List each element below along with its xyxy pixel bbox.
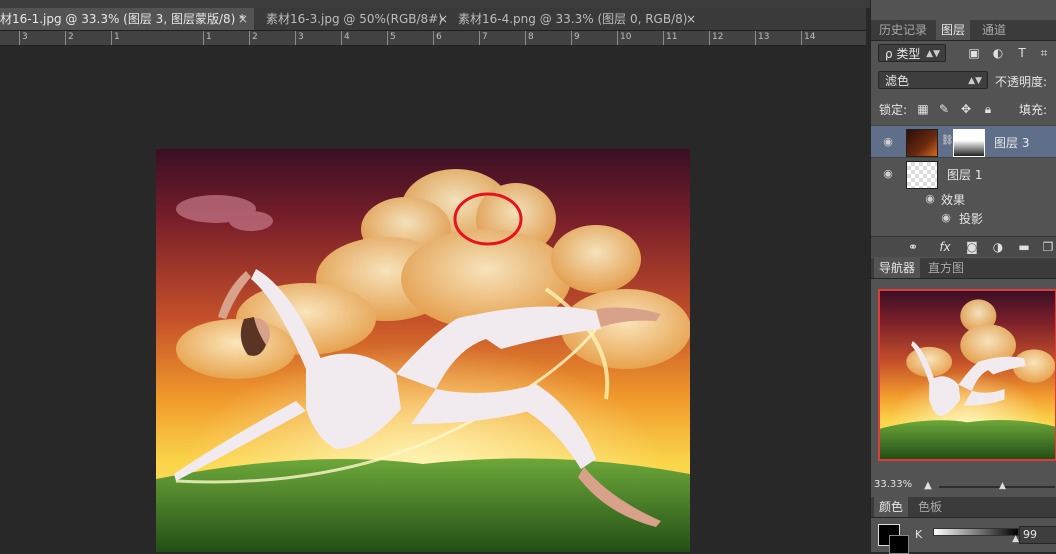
layers-panel: 历史记录 图层 通道 ρ 类型 ▲▼ ▣ ◐ T ⌗ 滤色 ▲▼ 不透明度: 锁… — [870, 0, 1056, 554]
ruler-tick: 14 — [800, 31, 816, 45]
shape-filter-icon[interactable]: ⌗ — [1037, 46, 1051, 60]
ruler-tick: 1 — [111, 31, 120, 45]
close-icon[interactable]: × — [438, 8, 448, 30]
document-tab-bar: 材16-1.jpg @ 33.3% (图层 3, 图层蒙版/8) * × 素材1… — [0, 8, 866, 31]
mask-icon[interactable]: ◙ — [965, 240, 979, 254]
fill-label: 填充: — [1019, 103, 1048, 117]
tab-channels[interactable]: 通道 — [977, 20, 1011, 40]
horizontal-ruler: 3 2 1 1 2 3 4 5 6 7 8 9 10 11 12 13 14 — [0, 31, 866, 46]
chain-link-icon[interactable]: ⛓︎ — [941, 135, 954, 146]
background-color-swatch[interactable] — [889, 535, 909, 554]
composite-artwork — [156, 149, 690, 552]
ruler-tick: 8 — [525, 31, 534, 45]
ruler-tick: 6 — [433, 31, 442, 45]
layer-name: 图层 1 — [947, 168, 983, 182]
ruler-tick: 1 — [203, 31, 212, 45]
ruler-tick: 2 — [249, 31, 258, 45]
layers-footer: ⚭ fx ◙ ◑ ▬ ❐ — [871, 236, 1056, 257]
tab-document-2[interactable]: 素材16-3.jpg @ 50%(RGB/8#) × — [260, 8, 454, 30]
chevron-down-icon: ▲▼ — [926, 49, 940, 59]
lock-transparent-icon[interactable]: ▦ — [916, 102, 930, 116]
ruler-tick: 12 — [708, 31, 724, 45]
tab-navigator[interactable]: 导航器 — [874, 258, 921, 278]
layer-filter-dropdown[interactable]: ρ 类型 ▲▼ — [878, 44, 946, 62]
zoom-value: 33.33% — [874, 479, 913, 490]
tab-label: 素材16-4.png @ 33.3% (图层 0, RGB/8) — [458, 12, 688, 26]
layer-mask-thumbnail[interactable] — [953, 129, 985, 157]
k-slider-track[interactable]: ▲ — [933, 528, 1019, 544]
type-filter-icon[interactable]: T — [1015, 46, 1029, 60]
ruler-tick: 10 — [616, 31, 632, 45]
ruler-tick: 3 — [295, 31, 304, 45]
canvas-area[interactable] — [0, 46, 866, 552]
visibility-eye-icon[interactable]: ◉ — [881, 135, 895, 149]
layer-name: 图层 3 — [994, 136, 1030, 150]
navigator-preview[interactable] — [878, 289, 1056, 461]
ruler-tick: 2 — [65, 31, 74, 45]
effects-label: 效果 — [941, 193, 966, 207]
ruler-tick: 3 — [19, 31, 28, 45]
tab-document-1[interactable]: 材16-1.jpg @ 33.3% (图层 3, 图层蒙版/8) * × — [0, 8, 254, 30]
tab-label: 素材16-3.jpg @ 50%(RGB/8#) — [266, 12, 443, 26]
filter-label: ρ 类型 — [885, 47, 921, 61]
channel-label: K — [915, 528, 923, 541]
blend-mode-dropdown[interactable]: 滤色 ▲▼ — [878, 71, 988, 89]
panel-tab-bar: 历史记录 图层 通道 — [871, 20, 1056, 41]
layer-row-layer1[interactable]: ◉ 图层 1 — [871, 157, 1056, 190]
lock-label: 锁定: — [879, 103, 908, 117]
visibility-eye-icon[interactable]: ◉ — [939, 211, 953, 225]
image-filter-icon[interactable]: ▣ — [967, 46, 981, 60]
visibility-eye-icon[interactable]: ◉ — [923, 192, 937, 206]
tab-document-3[interactable]: 素材16-4.png @ 33.3% (图层 0, RGB/8) × — [452, 8, 702, 30]
navigator-tab-bar: 导航器 直方图 — [871, 258, 1056, 279]
navigator-thumbnail — [880, 291, 1055, 459]
tab-history[interactable]: 历史记录 — [874, 20, 932, 40]
k-value: 99 — [1023, 528, 1037, 541]
fx-icon[interactable]: fx — [935, 240, 955, 254]
close-icon[interactable]: × — [238, 8, 248, 30]
ruler-tick: 7 — [479, 31, 488, 45]
ruler-tick: 11 — [662, 31, 678, 45]
layer-thumbnail — [906, 161, 938, 189]
visibility-eye-icon[interactable]: ◉ — [881, 167, 895, 181]
tab-layers[interactable]: 图层 — [936, 20, 971, 40]
lock-all-icon[interactable]: 🔒︎ — [981, 102, 995, 116]
ruler-tick: 5 — [387, 31, 396, 45]
navigator-zoom-row: 33.33% ▲ ▲ — [871, 478, 1056, 494]
chevron-down-icon: ▲▼ — [968, 76, 982, 86]
ruler-tick: 9 — [571, 31, 580, 45]
opacity-label: 不透明度: — [995, 75, 1048, 89]
zoom-slider-handle[interactable]: ▲ — [999, 481, 1006, 491]
tab-label: 材16-1.jpg @ 33.3% (图层 3, 图层蒙版/8) * — [0, 12, 246, 26]
tab-swatches[interactable]: 色板 — [913, 497, 947, 517]
zoom-slider-track[interactable] — [939, 486, 1055, 488]
tab-histogram[interactable]: 直方图 — [923, 258, 969, 278]
layer-thumbnail — [906, 129, 938, 157]
adjustment-filter-icon[interactable]: ◐ — [991, 46, 1005, 60]
ruler-tick: 13 — [754, 31, 770, 45]
blend-mode-value: 滤色 — [885, 74, 910, 88]
layer-row-layer3[interactable]: ◉ ⛓︎ 图层 3 — [871, 125, 1056, 158]
adjustment-icon[interactable]: ◑ — [991, 240, 1005, 254]
lock-position-icon[interactable]: ✥ — [959, 102, 973, 116]
k-value-field[interactable]: 99 — [1019, 526, 1056, 544]
lock-brush-icon[interactable]: ✎ — [937, 102, 951, 116]
drop-shadow-label: 投影 — [959, 212, 984, 226]
ruler-tick: 4 — [341, 31, 350, 45]
folder-icon[interactable]: ▬ — [1017, 240, 1031, 254]
close-icon[interactable]: × — [686, 8, 696, 30]
document-canvas[interactable] — [156, 149, 690, 552]
new-layer-icon[interactable]: ❐ — [1041, 240, 1055, 254]
tab-color[interactable]: 颜色 — [874, 497, 909, 517]
color-tab-bar: 颜色 色板 — [871, 497, 1056, 518]
link-icon[interactable]: ⚭ — [906, 240, 920, 254]
zoom-out-icon[interactable]: ▲ — [921, 479, 935, 493]
